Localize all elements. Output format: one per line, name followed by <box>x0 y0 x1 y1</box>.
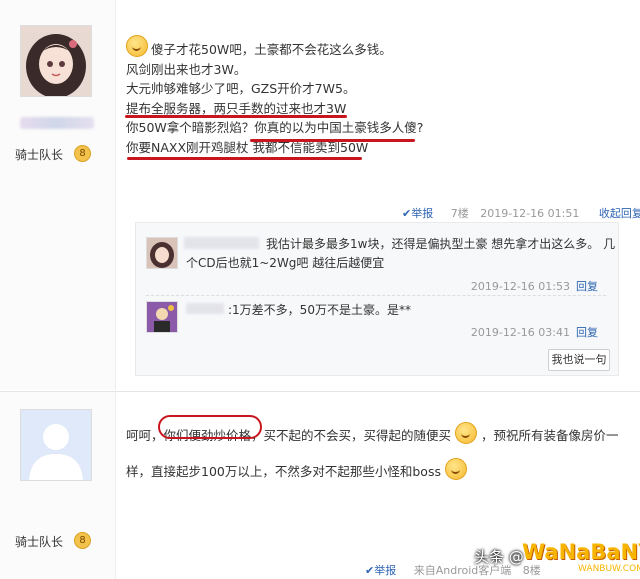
user-rank: 骑士队长 <box>15 148 64 162</box>
post-time: 2019-12-16 01:51 <box>480 207 580 220</box>
post-meta: ✔举报 7楼 2019-12-16 01:51 收起回复 <box>402 205 640 221</box>
reply-link[interactable]: 回复 <box>576 280 598 293</box>
level-badge: 8 <box>74 145 91 162</box>
reply-meta: 2019-12-16 01:53 回复 <box>470 280 598 293</box>
reply-meta: 2019-12-16 03:41 回复 <box>470 326 598 339</box>
collapse-replies-link[interactable]: 收起回复 <box>599 207 640 220</box>
content-line: 你50W拿个暗影烈焰？你真的以为中国土豪钱多人傻? <box>126 120 424 135</box>
reply-text: 个CD后也就1~2Wg吧 越往后越便宜 <box>186 256 385 270</box>
report-link[interactable]: ✔举报 <box>402 207 433 220</box>
reply-link[interactable]: 回复 <box>576 326 598 339</box>
user-sidebar: 骑士队长 8 <box>0 0 116 390</box>
smile-emoji-icon <box>444 457 467 480</box>
watermark-text: 头条 @ <box>474 548 524 566</box>
content-line: 傻子才花50W吧，土豪都不会花这么多钱。 <box>126 35 423 60</box>
reply-username-blurred[interactable] <box>186 303 224 314</box>
content-line: 风剑刚出来也才3W。 <box>126 61 247 77</box>
level-badge: 8 <box>74 532 91 549</box>
reply-username-blurred[interactable] <box>184 237 259 249</box>
smile-emoji-icon <box>126 35 148 57</box>
report-link[interactable]: ✔举报 <box>365 564 396 577</box>
user-rank: 骑士队长 <box>15 535 64 549</box>
user-avatar[interactable] <box>20 409 92 481</box>
reply-text: 我估计最多最多1w块，还得是偏执型土豪 想先拿才出这么多。 几 <box>266 237 616 251</box>
floor-number: 7楼 <box>450 207 469 220</box>
reply-avatar[interactable] <box>146 301 178 333</box>
user-avatar[interactable] <box>20 25 92 97</box>
watermark: 头条 @ WaNaBaNY WANBUW.COM <box>470 540 640 578</box>
watermark-site: WANBUW.COM <box>578 564 640 574</box>
reply-text: :1万差不多，50万不是土豪。是** <box>228 303 411 317</box>
username-blurred[interactable] <box>20 117 94 129</box>
smile-emoji-icon <box>455 422 478 444</box>
red-underline <box>125 115 347 118</box>
watermark-logo: WaNaBaNY <box>522 540 640 564</box>
user-sidebar: 骑士队长 8 <box>0 392 116 579</box>
content-line: 样，直接起步100万以上，不然多对不起那些小怪和boss <box>126 457 619 482</box>
say-something-button[interactable]: 我也说一句 <box>548 349 610 371</box>
reply-list: 我估计最多最多1w块，还得是偏执型土豪 想先拿才出这么多。 几 个CD后也就1~… <box>135 222 619 376</box>
content-line: 大元帅够难够少了吧，GZS开价才7W5。 <box>126 81 356 96</box>
red-underline <box>250 139 415 142</box>
reply-avatar[interactable] <box>146 237 178 269</box>
red-circle-annotation <box>158 415 262 439</box>
post-7: 骑士队长 8 傻子才花50W吧，土豪都不会花这么多钱。 风剑刚出来也才3W。 大… <box>0 0 640 390</box>
divider <box>146 295 606 296</box>
red-underline <box>127 157 362 160</box>
